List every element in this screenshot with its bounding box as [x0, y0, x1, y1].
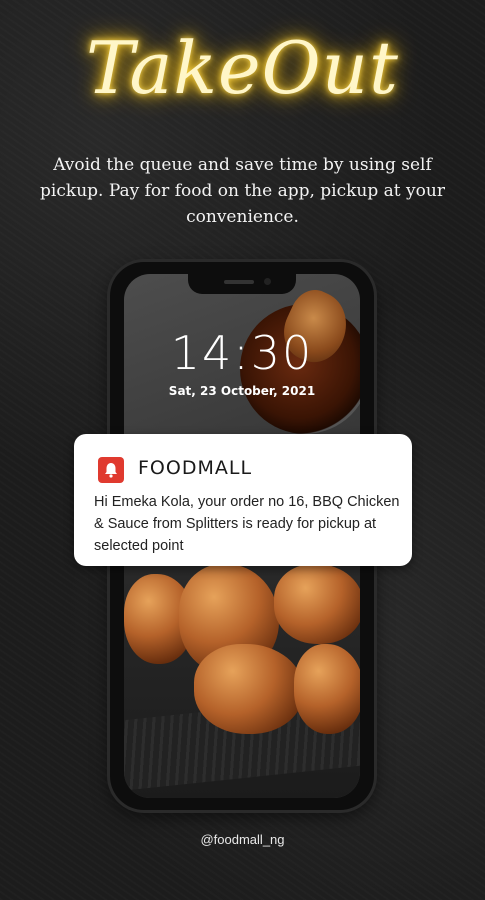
lockscreen-time: 14:30 [170, 326, 314, 380]
lockscreen-date: Sat, 23 October, 2021 [168, 384, 316, 398]
chicken-wings-image [124, 564, 360, 798]
notification-app-name: FOODMALL [138, 457, 253, 479]
wing-piece [294, 644, 360, 734]
bell-icon [98, 457, 124, 483]
page-subtitle: Avoid the queue and save time by using s… [40, 155, 445, 227]
phone-notch [188, 274, 296, 294]
page-title: TakeOut [86, 26, 399, 110]
order-notification[interactable]: FOODMALL Hi Emeka Kola, your order no 16… [74, 434, 412, 566]
notification-message: Hi Emeka Kola, your order no 16, BBQ Chi… [94, 494, 400, 554]
wing-piece [194, 644, 304, 734]
social-handle: @foodmall_ng [200, 832, 285, 847]
front-camera [264, 278, 271, 285]
wing-piece [274, 564, 360, 644]
speaker-grille [224, 280, 254, 284]
